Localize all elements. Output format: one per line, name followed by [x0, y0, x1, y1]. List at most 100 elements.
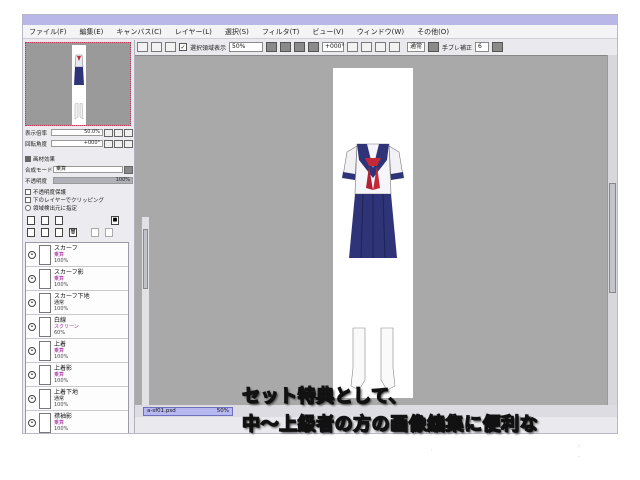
layer-opacity: 60%	[54, 330, 66, 336]
new-layer-set-icon[interactable]	[41, 216, 49, 225]
navigator-angle-slider[interactable]: +000°	[51, 140, 103, 147]
selection-source-row[interactable]: 領域検出元に指定	[25, 204, 77, 212]
menu-canvas[interactable]: キャンバス(C)	[116, 27, 161, 37]
blend-mode-select[interactable]: 通常	[407, 42, 426, 52]
layer-item[interactable]: • 上着影 乗算 100%	[26, 363, 128, 387]
zoom-in-button[interactable]	[280, 42, 292, 52]
nav-rotate-left-button[interactable]	[104, 139, 113, 148]
canvas-scroll-thumb[interactable]	[609, 183, 616, 293]
layer-item[interactable]: • 襟袖影 乗算 100%	[26, 411, 128, 433]
nav-zoom-in-button[interactable]	[114, 128, 123, 137]
layer-thumbnail	[39, 340, 51, 361]
layer-list: • スカーフ 乗算 100% • スカーフ影 乗算 100% • スカーフ下地 …	[25, 242, 129, 433]
blend-mode-label: 合成モード	[25, 167, 53, 174]
stabilizer-select[interactable]: 6	[475, 42, 490, 52]
layer-item[interactable]: • 白線 スクリーン 60%	[26, 315, 128, 339]
rotate-right-button[interactable]	[361, 42, 373, 52]
new-folder-icon[interactable]	[55, 216, 63, 225]
blend-mode-dropdown-button[interactable]	[124, 165, 133, 174]
opacity-row: 不透明度 100%	[25, 176, 133, 185]
rotation-select[interactable]: +000°	[322, 42, 345, 52]
layer-info: 上着下地 通常 100%	[54, 389, 78, 408]
layer-item[interactable]: • スカーフ下地 通常 100%	[26, 291, 128, 315]
selection-source-label: 領域検出元に指定	[33, 206, 78, 212]
layer-item[interactable]: • スカーフ影 乗算 100%	[26, 267, 128, 291]
layer-opacity: 100%	[54, 378, 69, 384]
selection-source-radio[interactable]	[25, 205, 31, 211]
protect-alpha-row[interactable]: 不透明度保護	[25, 188, 66, 196]
canvas-vertical-scrollbar[interactable]	[607, 55, 617, 405]
menu-view[interactable]: ビュー(V)	[312, 27, 343, 37]
opacity-label: 不透明度	[25, 178, 48, 185]
document-zoom: 50%	[216, 408, 229, 414]
eye-icon[interactable]: •	[28, 274, 36, 283]
nav-rotate-reset-button[interactable]	[124, 139, 133, 148]
clear-layer-icon[interactable]	[55, 228, 63, 237]
navigator-preview[interactable]	[25, 42, 131, 126]
clip-lower-row[interactable]: 下のレイヤーでクリッピング	[25, 196, 104, 204]
merge-selection-icon[interactable]	[105, 228, 113, 237]
canvas-paper[interactable]	[333, 68, 413, 398]
blend-mode-row: 合成モード 乗算	[25, 165, 133, 174]
layer-thumbnail	[39, 268, 51, 289]
new-layer-icon[interactable]	[27, 216, 35, 225]
paper-effect-row[interactable]: 画材効果	[25, 155, 55, 163]
eye-icon[interactable]: •	[28, 298, 36, 307]
layer-scroll-thumb[interactable]	[143, 229, 148, 289]
deselect-button[interactable]	[137, 42, 148, 52]
menu-file[interactable]: ファイル(F)	[29, 27, 67, 37]
layer-thumbnail	[39, 388, 51, 409]
layer-info: スカーフ下地 通常 100%	[54, 293, 90, 312]
menu-filter[interactable]: フィルタ(T)	[262, 27, 300, 37]
navigator-zoom-slider[interactable]: 50.0%	[51, 129, 103, 136]
transfer-down-icon[interactable]	[91, 228, 99, 237]
zoom-out-button[interactable]	[266, 42, 278, 52]
layer-list-scrollbar[interactable]	[141, 217, 149, 410]
zoom-reset-button[interactable]	[294, 42, 306, 52]
layer-thumbnail	[39, 316, 51, 337]
layer-info: 襟袖影 乗算 100%	[54, 413, 72, 432]
selection-clear-button[interactable]	[165, 42, 176, 52]
layer-options-icon[interactable]: ■	[111, 216, 119, 225]
layer-blend-mode-select[interactable]: 乗算	[53, 166, 123, 173]
layer-item[interactable]: • スカーフ 乗算 100%	[26, 243, 128, 267]
menu-select[interactable]: 選択(S)	[225, 27, 249, 37]
invert-selection-button[interactable]	[151, 42, 162, 52]
layer-opacity-slider[interactable]: 100%	[53, 177, 133, 184]
eye-icon[interactable]: •	[28, 418, 36, 427]
layer-opacity: 100%	[54, 282, 69, 288]
flip-canvas-button[interactable]	[389, 42, 401, 52]
navigator-angle-label: 回転角度	[25, 141, 48, 148]
layer-item[interactable]: • 上着下地 通常 100%	[26, 387, 128, 411]
zoom-fit-button[interactable]	[308, 42, 320, 52]
layer-item[interactable]: • 上着 乗算 100%	[26, 339, 128, 363]
nav-zoom-reset-button[interactable]	[124, 128, 133, 137]
menu-edit[interactable]: 編集(E)	[80, 27, 104, 37]
eye-icon[interactable]: •	[28, 370, 36, 379]
rotate-left-button[interactable]	[347, 42, 359, 52]
rotate-reset-button[interactable]	[375, 42, 387, 52]
eye-icon[interactable]: •	[28, 346, 36, 355]
menu-layer[interactable]: レイヤー(L)	[175, 27, 212, 37]
eye-icon[interactable]: •	[28, 250, 36, 259]
layer-tools-row-1: ■	[27, 216, 119, 226]
paper-effect-expand-icon	[25, 156, 31, 162]
menu-window[interactable]: ウィンドウ(W)	[357, 27, 404, 37]
trash-icon[interactable]: 🗑	[69, 228, 77, 237]
nav-rotate-right-button[interactable]	[114, 139, 123, 148]
protect-alpha-checkbox[interactable]	[25, 189, 31, 195]
caption-line-1: セット特典として、	[241, 385, 408, 407]
zoom-select[interactable]: 50%	[229, 42, 264, 52]
menu-other[interactable]: その他(O)	[417, 27, 449, 37]
sailor-uniform-illustration	[342, 143, 404, 391]
clip-lower-checkbox[interactable]	[25, 197, 31, 203]
nav-zoom-out-button[interactable]	[104, 128, 113, 137]
show-selection-checkbox[interactable]: ✓	[179, 43, 187, 51]
stabilizer-dropdown-button[interactable]	[492, 42, 504, 52]
merge-down-icon[interactable]	[27, 228, 35, 237]
eye-icon[interactable]: •	[28, 322, 36, 331]
eye-icon[interactable]: •	[28, 394, 36, 403]
document-tab[interactable]: a-sf01.psd 50%	[143, 406, 233, 416]
copy-layer-icon[interactable]	[41, 228, 49, 237]
canvas-area[interactable]	[135, 55, 615, 405]
